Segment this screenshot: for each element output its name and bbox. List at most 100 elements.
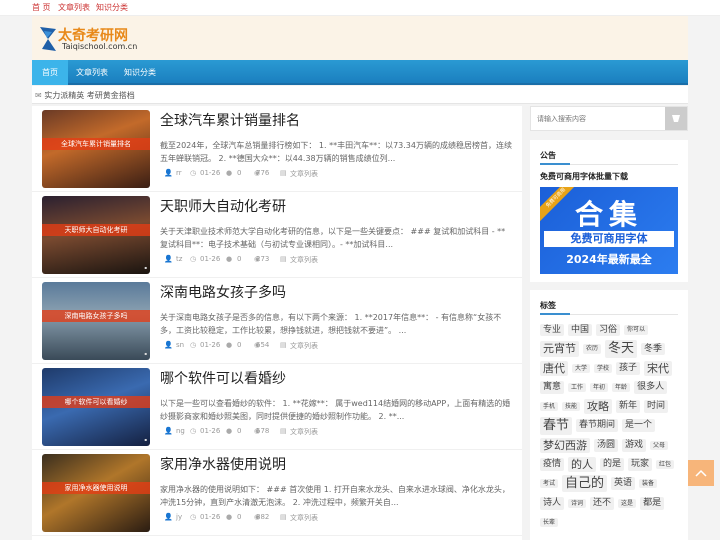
article-thumbnail[interactable]: 天职师大自动化考研 ▪	[42, 196, 150, 274]
tag-item[interactable]: 的人	[568, 457, 597, 473]
tag-item[interactable]: 时间	[644, 400, 669, 414]
logo-icon	[40, 27, 56, 51]
tag-item[interactable]: 春节	[540, 417, 573, 435]
article-title[interactable]: 家用净水器使用说明	[160, 454, 286, 474]
article-thumbnail[interactable]: 家用净水器使用说明	[42, 454, 150, 532]
banner-headline: 合集	[574, 198, 643, 231]
top-link-home[interactable]: 首 页	[32, 2, 51, 13]
folder-icon: ▤	[280, 513, 287, 521]
tag-item[interactable]: 农历	[583, 344, 602, 354]
article-title[interactable]: 全球汽车累计销量排名	[160, 110, 300, 130]
tag-item[interactable]: 寓意	[540, 381, 565, 395]
article-title[interactable]: 深南电路女孩子多吗	[160, 282, 286, 302]
site-logo[interactable]: 太奇考研网 Taiqischool.com.cn	[38, 23, 148, 55]
tag-item[interactable]: 春节期间	[576, 419, 619, 433]
nav-item-articles[interactable]: 文章列表	[68, 60, 116, 85]
article-thumbnail[interactable]: 全球汽车累计销量排名	[42, 110, 150, 188]
tag-item[interactable]: 疫情	[540, 458, 565, 471]
tag-item[interactable]: 元宵节	[540, 341, 579, 357]
article-author[interactable]: jy	[176, 513, 182, 521]
announcement-text[interactable]: 免费可商用字体批量下载	[540, 171, 628, 182]
search-button[interactable]	[665, 107, 687, 130]
article-thumbnail[interactable]: 深南电路女孩子多吗 ▪	[42, 282, 150, 360]
article-title[interactable]: 天职师大自动化考研	[160, 196, 286, 216]
tag-item[interactable]: 孩子	[616, 362, 641, 376]
tag-item[interactable]: 冬天	[605, 340, 638, 358]
clock-icon: ◷	[190, 255, 197, 263]
tag-item[interactable]: 你可以	[624, 325, 649, 335]
article-category[interactable]: 文章列表	[290, 513, 318, 523]
tag-item[interactable]: 中国	[568, 323, 593, 337]
tag-item[interactable]: 汤圆	[594, 439, 619, 452]
article-author[interactable]: tz	[176, 255, 182, 263]
tag-item[interactable]: 宋代	[644, 361, 673, 377]
tag-item[interactable]: 专业	[540, 323, 565, 337]
user-icon: 👤	[164, 427, 173, 435]
tag-item[interactable]: 攻略	[584, 399, 613, 415]
tag-item[interactable]: 新年	[616, 400, 641, 414]
thumbnail-label: 哪个软件可以看婚纱	[42, 396, 150, 408]
tag-item[interactable]: 年龄	[612, 383, 631, 393]
tag-item[interactable]: 玩家	[628, 458, 653, 471]
tag-item[interactable]: 大学	[572, 364, 591, 374]
search-input[interactable]	[531, 107, 667, 130]
tag-item[interactable]: 工作	[568, 383, 587, 393]
top-link-articles[interactable]: 文章列表	[58, 2, 90, 13]
tag-item[interactable]: 学校	[594, 364, 613, 374]
tag-item[interactable]: 冬季	[641, 342, 666, 356]
user-icon: 👤	[164, 513, 173, 521]
tag-item[interactable]: 还不	[590, 496, 615, 510]
tag-item[interactable]: 父母	[650, 441, 669, 451]
sidebar: 公告 免费可商用字体批量下载 免费可商用 合集 免费可商用字体 2024年最新最…	[530, 106, 688, 540]
article-author[interactable]: ng	[176, 427, 185, 435]
tag-item[interactable]: 唐代	[540, 361, 568, 377]
announcement-heading: 公告	[540, 151, 556, 160]
nav-item-categories[interactable]: 知识分类	[116, 60, 164, 85]
notice-text: ✉ 实力派精英 考研黄金搭档	[35, 90, 135, 101]
article-category[interactable]: 文章列表	[290, 427, 318, 437]
tag-item[interactable]: 梦幻西游	[540, 438, 590, 454]
tag-item[interactable]: 诗词	[568, 498, 587, 508]
tag-item[interactable]: 是一个	[622, 419, 656, 433]
tag-item[interactable]: 自己的	[562, 474, 608, 493]
tag-item[interactable]: 的是	[600, 458, 625, 471]
article-views: 776	[256, 169, 270, 177]
nav-item-home[interactable]: 首页	[32, 60, 68, 85]
tag-item[interactable]: 年初	[590, 383, 609, 393]
main-nav: 首页 文章列表 知识分类	[32, 60, 688, 85]
article-category[interactable]: 文章列表	[290, 255, 318, 265]
back-to-top-button[interactable]	[688, 460, 714, 486]
article-author[interactable]: sn	[176, 341, 184, 349]
article-item: 天职师大自动化考研 ▪ 天职师大自动化考研 关于天津职业技术师范大学自动化考研的…	[32, 192, 522, 278]
article-item: 家用净水器使用说明 家用净水器使用说明 家用净水器的使用说明如下： ### 首次…	[32, 450, 522, 536]
article-author[interactable]: rr	[176, 169, 182, 177]
tag-item[interactable]: 都是	[640, 496, 665, 510]
tag-item[interactable]: 红包	[656, 460, 675, 470]
tag-item[interactable]: 长辈	[540, 517, 559, 527]
article-thumbnail[interactable]: 哪个软件可以看婚纱 ▪	[42, 368, 150, 446]
tag-item[interactable]: 诗人	[540, 496, 565, 510]
tag-item[interactable]: 英语	[611, 477, 636, 490]
article-summary: 家用净水器的使用说明如下： ### 首次使用 1. 打开自来水龙头、自来水进水球…	[160, 485, 510, 507]
search-icon	[672, 115, 680, 122]
tag-item[interactable]: 习俗	[596, 323, 621, 337]
article-comments: 0	[237, 513, 242, 521]
article-summary: 以下是一些可以查看婚纱的软件： 1. **花嫁**： 属于wed114结婚网的移…	[160, 399, 511, 421]
tag-item[interactable]: 装备	[639, 479, 658, 489]
article-date: 01-26	[200, 513, 221, 521]
tag-item[interactable]: 考试	[540, 479, 559, 489]
tag-item[interactable]: 这是	[618, 498, 637, 508]
tag-item[interactable]: 很多人	[634, 381, 668, 395]
article-date: 01-26	[200, 341, 221, 349]
announcement-banner[interactable]: 免费可商用 合集 免费可商用字体 2024年最新最全	[540, 187, 678, 274]
tag-item[interactable]: 游戏	[622, 439, 647, 452]
top-link-categories[interactable]: 知识分类	[96, 2, 128, 13]
article-category[interactable]: 文章列表	[290, 341, 318, 351]
article-views: 578	[256, 427, 270, 435]
tag-item[interactable]: 技能	[562, 402, 581, 412]
article-category[interactable]: 文章列表	[290, 169, 318, 179]
article-item: 全球汽车累计销量排名 全球汽车累计销量排名 截至2024年，全球汽车总销量排行榜…	[32, 106, 522, 192]
article-title[interactable]: 哪个软件可以看婚纱	[160, 368, 286, 388]
article-views: 654	[256, 341, 270, 349]
tag-item[interactable]: 手机	[540, 402, 559, 412]
